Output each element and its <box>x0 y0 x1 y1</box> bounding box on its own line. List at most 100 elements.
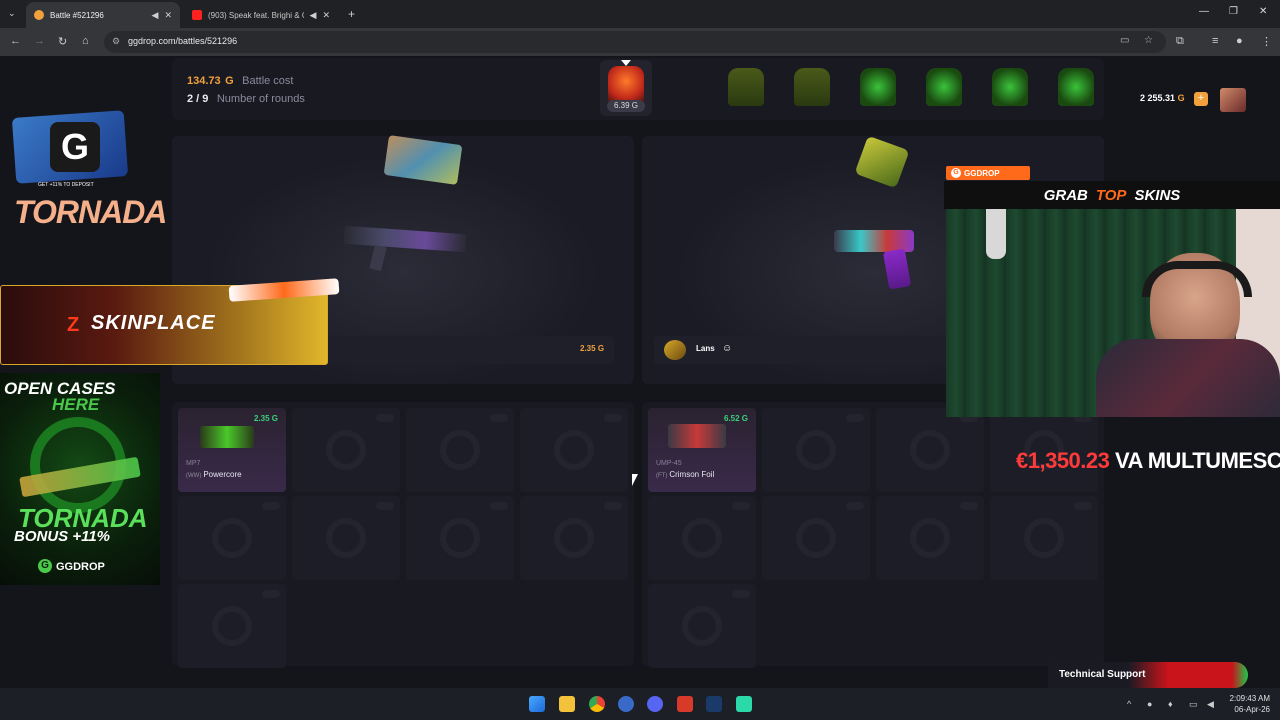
empty-slot <box>762 496 870 580</box>
app-icon[interactable] <box>618 696 634 712</box>
empty-slot <box>876 408 984 492</box>
tab-youtube[interactable]: (903) Speak feat. Brighi & C ◀ ✕ <box>184 2 338 28</box>
tray-chevron-icon[interactable]: ^ <box>1127 699 1131 709</box>
reload-icon[interactable]: ↻ <box>58 35 67 48</box>
chrome-icon[interactable] <box>589 696 605 712</box>
current-case[interactable]: 6.39 G <box>600 60 652 116</box>
case-slot[interactable] <box>788 64 836 112</box>
tab-close-icon[interactable]: ✕ <box>322 10 330 21</box>
tornada-promo-overlay: G GET +11% TO DEPOSIT TORNADA <box>8 110 167 242</box>
mouse-cursor-icon <box>632 474 638 486</box>
maximize-icon[interactable]: ❐ <box>1229 6 1238 17</box>
mp7-skin-image <box>200 426 254 448</box>
install-app-icon[interactable]: ▭ <box>1120 35 1129 46</box>
case-slot[interactable] <box>854 64 902 112</box>
coin-icon: G <box>225 75 234 87</box>
ggdrop-g-icon: G <box>951 168 961 178</box>
empty-slot <box>520 496 628 580</box>
bookmark-star-icon[interactable]: ☆ <box>1144 35 1153 46</box>
player-2-bar: Lans ☺ <box>654 336 954 364</box>
profile-icon[interactable]: ● <box>1236 35 1243 47</box>
menu-icon[interactable]: ⋮ <box>1261 35 1272 48</box>
tornada-word: TORNADA <box>14 194 167 230</box>
file-explorer-icon[interactable] <box>559 696 575 712</box>
ggdrop-favicon-icon <box>34 10 44 20</box>
tab-close-icon[interactable]: ✕ <box>164 10 172 21</box>
home-icon[interactable]: ⌂ <box>82 35 89 47</box>
rounds-label: Number of rounds <box>216 93 305 105</box>
empty-slot <box>648 496 756 580</box>
app-icon[interactable] <box>736 696 752 712</box>
new-tab-icon[interactable]: + <box>348 7 355 21</box>
forward-icon[interactable]: → <box>34 35 45 47</box>
cam-title-accent-word: TOP <box>1095 186 1127 204</box>
minimize-icon[interactable]: — <box>1199 6 1209 17</box>
rounds-value: 2 / 9 <box>187 93 209 105</box>
youtube-favicon-icon <box>192 10 202 20</box>
case-slot[interactable] <box>920 64 968 112</box>
case-slot[interactable] <box>722 64 770 112</box>
bonus-text: BONUS +11% <box>14 528 111 545</box>
skinplace-banner[interactable]: Z SKINPLACE <box>0 278 340 365</box>
site-info-icon[interactable]: ⚙ <box>112 36 120 47</box>
battle-cost-label: Battle cost <box>242 75 294 87</box>
media-icon[interactable]: ≡ <box>1212 35 1218 47</box>
discord-icon[interactable] <box>647 696 663 712</box>
won-item-name: (FT) Crimson Foil <box>656 470 715 479</box>
case-slot[interactable] <box>1052 64 1100 112</box>
current-case-price: 6.39 G <box>607 100 645 112</box>
clock-date: 06-Apr-26 <box>1234 705 1270 714</box>
warrior-case-icon <box>860 68 896 106</box>
case-slot[interactable] <box>986 64 1034 112</box>
battle-header: 134.73 G Battle cost 2 / 9 Number of rou… <box>172 58 1104 120</box>
ggdrop-brand-text: GGDROP <box>56 561 105 573</box>
open-cases-overlay[interactable]: OPEN CASES HERE TORNADA BONUS +11% G GGD… <box>0 373 160 585</box>
headset-shape <box>1142 261 1252 297</box>
empty-slot <box>648 584 756 668</box>
won-item[interactable]: 6.52 G UMP-45 (FT) Crimson Foil <box>648 408 756 492</box>
extensions-icon[interactable]: ⧉ <box>1176 35 1184 48</box>
back-icon[interactable]: ← <box>10 35 21 47</box>
battle-cost-value: 134.73 <box>187 75 221 87</box>
empty-slot <box>406 408 514 492</box>
close-window-icon[interactable]: ✕ <box>1259 6 1267 17</box>
ump45-skin-image <box>668 424 726 448</box>
tab-battle[interactable]: Battle #521296 ◀ ✕ <box>26 2 180 28</box>
streamer-body-shape <box>1096 339 1280 417</box>
steam-icon[interactable] <box>706 696 722 712</box>
volume-icon[interactable]: ◀ <box>1207 699 1214 710</box>
microphone-shape <box>986 209 1006 259</box>
tab-search-icon[interactable]: ⌄ <box>8 8 16 19</box>
p2000-grip-shape <box>882 248 912 290</box>
player-1-total: 2.35 G <box>580 344 605 353</box>
won-item-price: 2.35 G <box>253 414 278 423</box>
cam-title: GRAB TOP SKINS <box>944 181 1280 209</box>
clock-time: 2:09:43 AM <box>1229 694 1270 703</box>
steam-tray-icon[interactable]: ● <box>1147 699 1152 709</box>
windows-start-icon[interactable] <box>529 696 545 712</box>
won-item-type: MP7 <box>186 460 201 467</box>
support-label: Technical Support <box>1059 669 1146 680</box>
security-shield-icon[interactable] <box>677 696 693 712</box>
rounds: 2 / 9 Number of rounds <box>187 89 305 107</box>
address-bar[interactable]: ⚙ ggdrop.com/battles/521296 ▭ ☆ <box>104 31 1166 53</box>
won-item-type: UMP-45 <box>656 460 682 467</box>
player-2-avatar <box>664 340 686 360</box>
webcam-feed <box>946 209 1280 417</box>
clock[interactable]: 2:09:43 AM 06-Apr-26 <box>1230 693 1270 715</box>
deposit-plus-button[interactable]: + <box>1194 92 1208 106</box>
speaker-icon[interactable]: ◀ <box>152 10 159 21</box>
technical-support-button[interactable]: Technical Support <box>1048 662 1248 688</box>
empty-slot <box>520 408 628 492</box>
mic-icon[interactable]: ♦ <box>1168 699 1173 709</box>
bot-icon: ☺ <box>722 343 733 354</box>
balance-value: 2 255.31 <box>1140 93 1176 103</box>
user-avatar[interactable] <box>1220 88 1246 112</box>
donation-amount: €1,350.23 <box>1016 448 1110 473</box>
won-item[interactable]: 2.35 G MP7 (WW) Powercore <box>178 408 286 492</box>
player-2-name: Lans <box>696 344 715 353</box>
military-case-icon <box>728 68 764 106</box>
network-icon[interactable]: ▭ <box>1189 699 1198 710</box>
ggdrop-logo-icon: G <box>50 122 100 172</box>
speaker-icon[interactable]: ◀ <box>310 10 317 21</box>
